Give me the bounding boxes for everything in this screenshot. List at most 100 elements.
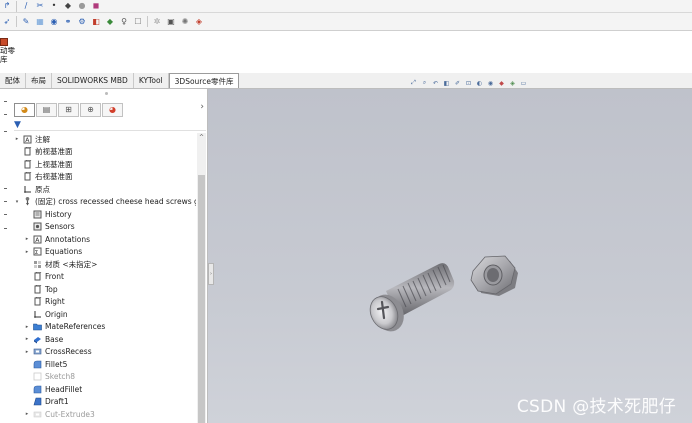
annotations-icon: A <box>23 135 32 144</box>
material-icon <box>34 260 41 268</box>
tab-2[interactable]: SOLIDWORKS MBD <box>52 73 134 88</box>
tree-item-label: (固定) cross recessed cheese head screws g <box>35 197 196 207</box>
tree-expander-icon[interactable]: ▸ <box>24 249 30 255</box>
property-manager-icon: ▤ <box>42 105 51 114</box>
hide-show-icon[interactable]: ◉ <box>486 79 495 88</box>
section-view-icon[interactable]: ◧ <box>442 79 451 88</box>
sketch-toolbar: ↱ ∕ ✂ • ◆ ● ◼ <box>0 0 692 13</box>
tree-item[interactable]: ▸ A 注解 <box>14 133 50 146</box>
hex-nut[interactable] <box>470 255 518 296</box>
zoom-area-icon[interactable]: ⌕ <box>420 79 429 88</box>
graphics-area[interactable]: ⤢ ⌕ ↶ ◧ ✐ ⊡ ◐ ◉ ◆ ◈ ▭ › CSDN @技术死肥仔 <box>208 79 692 423</box>
tree-item-label: 右视基准面 <box>35 172 73 182</box>
tree-item[interactable]: 前视基准面 <box>14 146 73 159</box>
line-icon[interactable]: ∕ <box>21 1 32 12</box>
tree-scrollbar[interactable]: ^ <box>197 133 206 423</box>
view-icon[interactable]: ☐ <box>133 16 144 27</box>
scroll-thumb[interactable] <box>198 175 205 423</box>
smart-fastener-icon[interactable]: ▣ <box>166 16 177 27</box>
tree-item[interactable]: ▸ Base <box>24 333 64 346</box>
smart-dimension-icon[interactable]: ◆ <box>63 1 74 12</box>
tree-item[interactable]: Sensors <box>24 221 75 234</box>
view-orientation-icon[interactable]: ⊡ <box>464 79 473 88</box>
dynamic-annotation-icon[interactable]: ✐ <box>453 79 462 88</box>
trim-icon[interactable]: ✂ <box>35 1 46 12</box>
tree-item-label: Origin <box>45 309 68 319</box>
display-style-icon[interactable]: ◐ <box>475 79 484 88</box>
watermark: CSDN @技术死肥仔 <box>516 397 676 417</box>
tree-item[interactable]: ▸ MateReferences <box>24 321 106 334</box>
edit-appearance-icon[interactable]: ◆ <box>497 79 506 88</box>
tree-expander-icon[interactable]: ▸ <box>14 136 20 142</box>
tree-item[interactable]: History <box>24 208 72 221</box>
assembly-icon[interactable]: ◆ <box>105 16 116 27</box>
3dsource-icon[interactable]: ◈ <box>194 16 205 27</box>
tree-expander-icon[interactable]: ▸ <box>24 324 30 330</box>
tree-item[interactable]: ▸ Σ Equations <box>24 246 82 259</box>
tree-item[interactable]: Origin <box>24 308 68 321</box>
circle-icon[interactable]: ● <box>77 1 88 12</box>
edit-icon[interactable]: ✎ <box>21 16 32 27</box>
3dsource-library-command[interactable]: 动零 库 <box>0 38 16 64</box>
tree-expander-icon[interactable]: ▸ <box>24 349 30 355</box>
panel-grip[interactable] <box>105 92 108 95</box>
panel-tab[interactable]: ◕ <box>102 103 123 117</box>
tree-expander-icon[interactable]: ▸ <box>24 236 30 242</box>
tree-item[interactable]: Top <box>24 283 58 296</box>
tree-item[interactable]: HeadFillet <box>24 383 82 396</box>
filter-icon[interactable]: ▼ <box>14 120 21 130</box>
tree-item[interactable]: 右视基准面 <box>14 171 73 184</box>
3d-sketch-icon[interactable]: ◉ <box>49 16 60 27</box>
grid-icon[interactable]: ▦ <box>35 16 46 27</box>
tree-expander-icon[interactable]: ▸ <box>24 411 30 417</box>
panel-tab[interactable]: ▤ <box>36 103 57 117</box>
light-icon[interactable]: ♀ <box>119 16 130 27</box>
panel-tab[interactable]: ⊕ <box>80 103 101 117</box>
tree-item[interactable]: 上视基准面 <box>14 158 73 171</box>
tab-3[interactable]: KYTool <box>134 73 169 88</box>
panel-collapse-icon[interactable]: › <box>200 102 204 112</box>
view-settings-icon[interactable]: ▭ <box>519 79 528 88</box>
panel-tab[interactable]: ◕ <box>14 103 35 117</box>
tab-1[interactable]: 布局 <box>26 73 52 88</box>
toolbar-separator <box>147 16 148 27</box>
tree-item[interactable]: Fillet5 <box>24 358 67 371</box>
zoom-fit-icon[interactable]: ⤢ <box>409 79 418 88</box>
gutter-mark <box>4 214 7 215</box>
tree-item[interactable]: ▸ CrossRecess <box>24 346 92 359</box>
appearance-icon[interactable]: ◼ <box>91 1 102 12</box>
tree-item[interactable]: ▸ A Annotations <box>24 233 90 246</box>
measure-icon[interactable]: ⚙ <box>77 16 88 27</box>
tree-item[interactable]: ▾ (固定) cross recessed cheese head screws … <box>14 196 196 209</box>
panel-tab[interactable]: ⊞ <box>58 103 79 117</box>
scroll-up-icon[interactable]: ^ <box>197 133 206 142</box>
tree-item[interactable]: Front <box>24 271 64 284</box>
hide-icon[interactable]: ✲ <box>152 16 163 27</box>
sketch-icon <box>33 372 42 381</box>
sketch-arrow-icon[interactable]: ↱ <box>2 1 13 12</box>
gutter-mark <box>4 114 7 115</box>
apply-scene-icon[interactable]: ◈ <box>508 79 517 88</box>
tree-item[interactable]: ▸ Cut-Extrude3 <box>24 408 95 421</box>
tree-filter[interactable]: ▼ <box>14 120 206 131</box>
mate-icon[interactable]: ⚭ <box>63 16 74 27</box>
tree-item[interactable]: 原点 <box>14 183 50 196</box>
tree-item[interactable]: Right <box>24 296 65 309</box>
heads-up-view-toolbar: ⤢ ⌕ ↶ ◧ ✐ ⊡ ◐ ◉ ◆ ◈ ▭ <box>408 77 529 89</box>
select-icon[interactable]: ➶ <box>2 16 13 27</box>
previous-view-icon[interactable]: ↶ <box>431 79 440 88</box>
tree-item-label: MateReferences <box>45 322 106 332</box>
point-icon[interactable]: • <box>49 1 60 12</box>
render-icon[interactable]: ✺ <box>180 16 191 27</box>
tree-item[interactable]: Sketch8 <box>24 371 75 384</box>
tree-expander-icon[interactable]: ▾ <box>14 199 20 205</box>
tab-0[interactable]: 配体 <box>0 73 26 88</box>
tree-expander-icon[interactable]: ▸ <box>24 336 30 342</box>
model-view[interactable] <box>208 89 692 423</box>
tab-4[interactable]: 3DSource零件库 <box>168 73 240 88</box>
screw[interactable] <box>365 263 455 336</box>
history-icon <box>33 210 42 219</box>
tree-item[interactable]: 材质 <未指定> <box>24 258 97 271</box>
tree-item[interactable]: Draft1 <box>24 396 69 409</box>
component-icon[interactable]: ◧ <box>91 16 102 27</box>
